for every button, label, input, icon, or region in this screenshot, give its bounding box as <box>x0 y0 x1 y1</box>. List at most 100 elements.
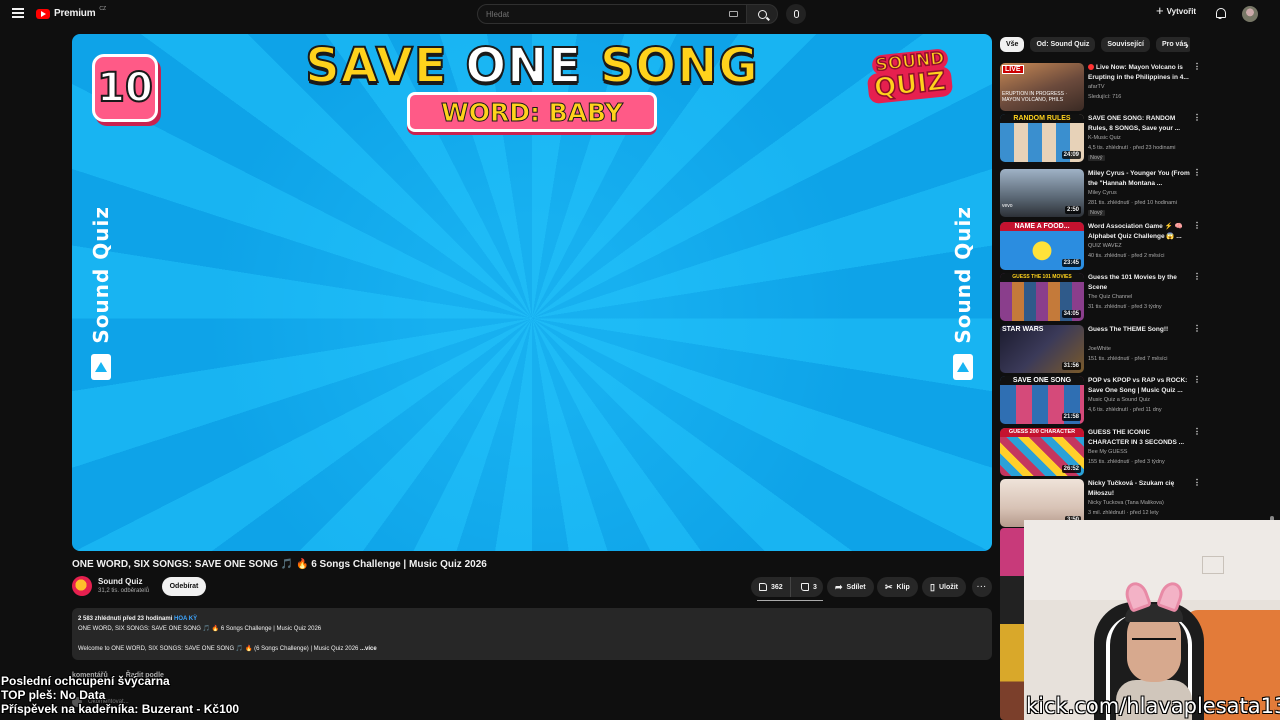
more-options-icon[interactable]: ⋮ <box>1193 222 1201 230</box>
word-banner-text: WORD: BABY <box>441 97 624 127</box>
video-thumbnail[interactable]: GUESS 200 CHARACTER 26:52 <box>1000 428 1084 476</box>
thumbnail-banner: SAVE ONE SONG <box>1000 376 1084 385</box>
recommendation-item[interactable]: LIVE ERUPTION IN PROGRESS · MAYON VOLCAN… <box>1000 63 1205 113</box>
channel-avatar[interactable] <box>72 576 92 596</box>
chevron-right-icon[interactable]: › <box>1185 40 1189 52</box>
subscribe-button[interactable]: Odebírat <box>162 577 206 596</box>
recommendation-stats: Sledující: 716 <box>1088 94 1122 100</box>
like-count: 362 <box>771 583 783 591</box>
thumbnail-banner: NAME A FOOD... <box>1000 222 1084 231</box>
scissors-icon: ✂ <box>885 581 893 592</box>
voice-search-button[interactable] <box>786 4 806 24</box>
more-options-icon[interactable]: ⋮ <box>1193 428 1201 436</box>
video-frame-title: SAVE ONE SONG <box>72 37 992 95</box>
recommendation-item[interactable]: GUESS 200 CHARACTER 26:52 GUESS THE ICON… <box>1000 428 1205 478</box>
channel-name[interactable]: Sound Quiz <box>98 577 142 586</box>
recommendation-item[interactable]: GUESS THE 101 MOVIES 34:05 Guess the 101… <box>1000 273 1205 323</box>
more-actions-button[interactable]: ··· <box>972 577 992 597</box>
recommendation-title-text: Live Now: Mayon Volcano is Erupting in t… <box>1088 64 1189 81</box>
thumbs-up-icon <box>759 583 767 591</box>
video-player[interactable]: SAVE ONE SONG WORD: BABY 10 SOUND QUIZ S… <box>72 34 992 551</box>
recommendation-channel: afarTV <box>1088 84 1105 90</box>
thumbnail-banner: RANDOM RULES <box>1000 114 1084 123</box>
side-brand-left: Sound Quiz <box>86 206 116 380</box>
hamburger-menu-icon[interactable] <box>12 8 24 18</box>
video-thumbnail[interactable]: STAR WARS 31:56 <box>1000 325 1084 373</box>
more-options-icon[interactable]: ⋮ <box>1193 325 1201 333</box>
notifications-bell-icon[interactable] <box>1215 8 1226 19</box>
subscriber-count: 31,2 tis. odběratelů <box>98 588 150 594</box>
video-thumbnail[interactable]: vevo 2:50 <box>1000 169 1084 217</box>
recommendation-title: Miley Cyrus - Younger You (From the "Han… <box>1088 170 1190 187</box>
masthead: Premium CZ Hledat + Vytvořit <box>0 0 1280 28</box>
clip-button[interactable]: ✂ Klip <box>877 577 918 597</box>
recommendation-stats: 155 tis. zhlédnutí · před 3 týdny <box>1088 459 1165 465</box>
live-indicator-icon <box>1088 64 1094 70</box>
more-options-icon[interactable]: ⋮ <box>1193 479 1201 487</box>
recommendation-stats: 151 tis. zhlédnutí · před 7 měsíci <box>1088 356 1168 362</box>
recommendation-item[interactable]: RANDOM RULES 24:09 SAVE ONE SONG: RANDOM… <box>1000 114 1205 164</box>
video-thumbnail[interactable]: NAME A FOOD... 23:45 <box>1000 222 1084 270</box>
stream-overlay-line-2: TOP pleš: No Data <box>1 688 106 702</box>
recommendation-item[interactable]: vevo 2:50 Miley Cyrus - Younger You (Fro… <box>1000 169 1205 219</box>
filter-chips: Vše Od: Sound Quiz Související Pro vás <box>1000 37 1190 52</box>
create-label: Vytvořit <box>1166 6 1197 16</box>
side-brand-text: Sound Quiz <box>951 206 975 344</box>
video-duration: 2:50 <box>1064 206 1081 214</box>
chip-all[interactable]: Vše <box>1000 37 1025 52</box>
description-text: Welcome to ONE WORD, SIX SONGS: SAVE ONE… <box>78 646 359 652</box>
recommendation-title: SAVE ONE SONG: RANDOM Rules, 8 SONGS, Sa… <box>1088 115 1181 132</box>
like-dislike-group: 362 3 <box>751 577 823 597</box>
play-icon <box>91 353 111 380</box>
description-line-1: ONE WORD, SIX SONGS: SAVE ONE SONG 🎵 🔥 6… <box>78 626 322 632</box>
share-button[interactable]: ➦ Sdílet <box>827 577 874 597</box>
recommendation-channel: Music Quiz a Sound Quiz <box>1088 397 1151 403</box>
chip-related[interactable]: Související <box>1101 37 1150 52</box>
video-thumbnail[interactable]: SAVE ONE SONG 21:58 <box>1000 376 1084 424</box>
recommendation-title: POP vs KPOP vs RAP vs ROCK: Save One Son… <box>1088 377 1188 394</box>
youtube-premium-logo[interactable]: Premium CZ <box>36 5 107 19</box>
keyboard-icon[interactable] <box>729 11 738 17</box>
more-options-icon[interactable]: ⋮ <box>1193 114 1201 122</box>
recommendation-stats: 31 tis. zhlédnutí · před 3 týdny <box>1088 304 1162 310</box>
save-button[interactable]: ▯ Uložit <box>922 577 967 597</box>
title-song: SONG <box>582 37 759 95</box>
video-thumbnail[interactable]: RANDOM RULES 24:09 <box>1000 114 1084 162</box>
recommendation-stats: 281 tis. zhlédnutí · před 10 hodinami <box>1088 200 1177 206</box>
search-button[interactable] <box>746 4 778 24</box>
dislike-button[interactable]: 3 <box>795 583 817 591</box>
word-banner: WORD: BABY <box>407 92 657 132</box>
kick-channel-url: kick.com/hlavaplesata13 <box>1026 694 1280 718</box>
video-thumbnail[interactable]: LIVE ERUPTION IN PROGRESS · MAYON VOLCAN… <box>1000 63 1084 111</box>
webcam-overlay <box>1024 520 1280 720</box>
recommendation-title: GUESS THE ICONIC CHARACTER IN 3 SECONDS … <box>1088 429 1185 446</box>
more-options-icon[interactable]: ⋮ <box>1193 63 1201 71</box>
chip-from-channel[interactable]: Od: Sound Quiz <box>1030 37 1096 52</box>
recommendation-title: Live Now: Mayon Volcano is Erupting in t… <box>1088 63 1193 83</box>
recommendation-item[interactable]: NAME A FOOD... 23:45 Word Association Ga… <box>1000 222 1205 272</box>
video-thumbnail[interactable]: GUESS THE 101 MOVIES 34:05 <box>1000 273 1084 321</box>
account-avatar[interactable] <box>1242 6 1258 22</box>
cat-ears-headset <box>1126 582 1182 612</box>
share-label: Sdílet <box>846 583 866 591</box>
like-button[interactable]: 362 <box>751 577 791 597</box>
logo-region: CZ <box>99 5 107 12</box>
recommendation-channel: Miley Cyrus <box>1088 190 1117 196</box>
recommendation-item[interactable]: SAVE ONE SONG 21:58 POP vs KPOP vs RAP v… <box>1000 376 1205 426</box>
thumbnail-banner: STAR WARS <box>1002 326 1044 333</box>
search-input[interactable]: Hledat <box>477 4 747 24</box>
wall-frame <box>1202 556 1224 574</box>
side-brand-right: Sound Quiz <box>948 206 978 380</box>
recommendation-item[interactable]: STAR WARS 31:56 Guess The THEME Song!! J… <box>1000 325 1205 375</box>
video-duration: 23:45 <box>1061 259 1081 267</box>
recommendation-title: Guess the 101 Movies by the Scene <box>1088 274 1177 291</box>
more-options-icon[interactable]: ⋮ <box>1193 273 1201 281</box>
create-button[interactable]: + Vytvořit <box>1156 4 1197 17</box>
show-more-link[interactable]: ...více <box>360 646 377 652</box>
recommendation-title: Nicky Tučková - Szukam cię Miłoszu! <box>1088 480 1175 497</box>
more-options-icon[interactable]: ⋮ <box>1193 376 1201 384</box>
description-box[interactable]: 2 583 zhlédnutí před 23 hodinami HOA KỲ … <box>72 608 992 660</box>
location-tag[interactable]: HOA KỲ <box>174 616 197 622</box>
thumbnail-caption: vevo <box>1002 203 1013 209</box>
more-options-icon[interactable]: ⋮ <box>1193 169 1201 177</box>
